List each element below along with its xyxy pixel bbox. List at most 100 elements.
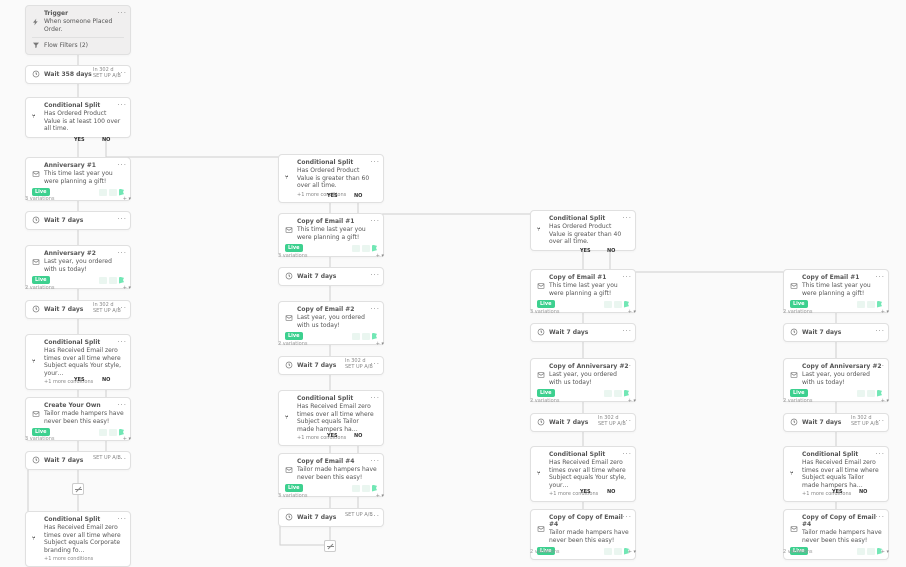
trigger-node[interactable]: ··· Trigger When someone Placed Order. F… bbox=[25, 5, 131, 55]
more-icon[interactable]: ··· bbox=[622, 214, 632, 222]
variations-label[interactable]: 3 variations bbox=[25, 196, 55, 202]
no-label: NO bbox=[102, 137, 110, 143]
more-icon[interactable]: ··· bbox=[622, 450, 632, 458]
inline-actions[interactable] bbox=[99, 429, 124, 436]
setup-ab[interactable]: SET UP A/B bbox=[93, 455, 121, 461]
wait-node[interactable]: ··· Wait 7 days bbox=[530, 323, 636, 342]
variations-label[interactable]: 2 variations bbox=[783, 549, 813, 555]
inline-actions[interactable] bbox=[857, 390, 882, 397]
more-icon[interactable]: ··· bbox=[875, 273, 885, 281]
add-variation[interactable]: + ▾ bbox=[123, 436, 131, 442]
variations-label[interactable]: 2 variations bbox=[25, 285, 55, 291]
email-node[interactable]: ··· Copy of Email #1This time last year … bbox=[278, 213, 384, 257]
more-icon[interactable]: ··· bbox=[117, 161, 127, 169]
more-icon[interactable]: ··· bbox=[117, 401, 127, 409]
email-title: Create Your Own bbox=[44, 402, 124, 409]
inline-actions[interactable] bbox=[857, 301, 882, 308]
inline-actions[interactable] bbox=[99, 277, 124, 284]
email-title: Anniversary #1 bbox=[44, 162, 124, 169]
inline-actions[interactable] bbox=[352, 485, 377, 492]
add-variation[interactable]: + ▾ bbox=[376, 341, 384, 347]
more-icon[interactable]: ··· bbox=[875, 327, 885, 335]
email-node[interactable]: ··· Copy of Email #1This time last year … bbox=[530, 269, 636, 313]
add-variation[interactable]: + ▾ bbox=[881, 309, 889, 315]
more-icon[interactable]: ··· bbox=[117, 215, 127, 223]
more-icon[interactable]: ··· bbox=[117, 101, 127, 109]
wait-node[interactable]: ··· Wait 7 days bbox=[783, 323, 889, 342]
add-variation[interactable]: + ▾ bbox=[376, 493, 384, 499]
more-icon[interactable]: ··· bbox=[117, 338, 127, 346]
email-node[interactable]: ··· Copy of Email #4Tailor made hampers … bbox=[278, 453, 384, 497]
more-icon[interactable]: ··· bbox=[370, 394, 380, 402]
add-variation[interactable]: + ▾ bbox=[123, 196, 131, 202]
conditional-split[interactable]: ··· ⑂ Conditional Split Has Ordered Prod… bbox=[25, 97, 131, 138]
email-node-anniv2[interactable]: ··· Anniversary #2Last year, you ordered… bbox=[25, 245, 131, 289]
yes-label: YES bbox=[832, 489, 843, 495]
setup-ab[interactable]: SET UP A/B bbox=[93, 73, 121, 79]
join-node[interactable] bbox=[72, 483, 84, 495]
inline-actions[interactable] bbox=[352, 245, 377, 252]
add-variation[interactable]: + ▾ bbox=[123, 285, 131, 291]
email-node[interactable]: ··· Copy of Email #2Last year, you order… bbox=[278, 301, 384, 345]
add-variation[interactable]: + ▾ bbox=[628, 398, 636, 404]
setup-ab[interactable]: SET UP A/B bbox=[345, 364, 373, 370]
variations-label[interactable]: 3 variations bbox=[530, 309, 560, 315]
variations-label[interactable]: 2 variations bbox=[530, 398, 560, 404]
clock-icon bbox=[285, 513, 293, 521]
add-variation[interactable]: + ▾ bbox=[881, 398, 889, 404]
more-icon[interactable]: ··· bbox=[370, 305, 380, 313]
more-icon[interactable]: ··· bbox=[370, 271, 380, 279]
wait-node[interactable]: ··· Wait 7 days bbox=[25, 211, 131, 230]
variations-label[interactable]: 2 variations bbox=[783, 309, 813, 315]
split-icon: ⑂ bbox=[285, 174, 293, 182]
more-icon[interactable]: ··· bbox=[622, 273, 632, 281]
inline-actions[interactable] bbox=[604, 390, 629, 397]
more-icon[interactable]: ··· bbox=[622, 327, 632, 335]
email-desc: This time last year you were planning a … bbox=[44, 170, 124, 185]
more-icon[interactable]: ··· bbox=[370, 457, 380, 465]
email-node-own[interactable]: ··· Create Your OwnTailor made hampers h… bbox=[25, 397, 131, 441]
more-icon[interactable]: ··· bbox=[622, 362, 632, 370]
email-node-anniv1[interactable]: ··· Anniversary #1 This time last year y… bbox=[25, 157, 131, 201]
inline-actions[interactable] bbox=[604, 301, 629, 308]
conditional-split[interactable]: ··· ⑂ Conditional SplitHas Received Emai… bbox=[25, 511, 131, 567]
email-desc: Tailor made hampers have never been this… bbox=[549, 529, 629, 544]
wait-node[interactable]: ··· Wait 7 days bbox=[278, 267, 384, 286]
split-icon: ⑂ bbox=[537, 226, 545, 234]
more-icon[interactable]: ··· bbox=[875, 450, 885, 458]
variations-label[interactable]: 3 variations bbox=[278, 493, 308, 499]
setup-ab[interactable]: SET UP A/B bbox=[345, 512, 373, 518]
inline-actions[interactable] bbox=[352, 333, 377, 340]
variations-label[interactable]: 2 variations bbox=[278, 341, 308, 347]
add-variation[interactable]: + ▾ bbox=[881, 549, 889, 555]
variations-label[interactable]: 2 variations bbox=[530, 549, 560, 555]
split-desc: Has Ordered Product Value is at least 10… bbox=[44, 110, 124, 133]
more-icon[interactable]: ··· bbox=[370, 217, 380, 225]
add-variation[interactable]: + ▾ bbox=[376, 253, 384, 259]
email-node[interactable]: ··· Copy of Anniversary #2Last year, you… bbox=[530, 358, 636, 402]
more-icon[interactable]: ··· bbox=[622, 513, 632, 521]
inline-actions[interactable] bbox=[99, 189, 124, 196]
join-node[interactable] bbox=[324, 540, 336, 552]
add-variation[interactable]: + ▾ bbox=[628, 309, 636, 315]
flow-filters[interactable]: Flow Filters (2) bbox=[44, 42, 88, 50]
more-icon[interactable]: ··· bbox=[370, 158, 380, 166]
conditional-split[interactable]: ··· ⑂ Conditional SplitHas Ordered Produ… bbox=[530, 210, 636, 251]
setup-ab[interactable]: SET UP A/B bbox=[598, 421, 626, 427]
setup-ab[interactable]: SET UP A/B bbox=[93, 308, 121, 314]
more-icon[interactable]: ··· bbox=[117, 515, 127, 523]
email-node[interactable]: ··· Copy of Email #1This time last year … bbox=[783, 269, 889, 313]
split-desc: Has Received Email zero times over all t… bbox=[549, 459, 629, 489]
variations-label[interactable]: 3 variations bbox=[278, 253, 308, 259]
variations-label[interactable]: 3 variations bbox=[25, 436, 55, 442]
variations-label[interactable]: 2 variations bbox=[783, 398, 813, 404]
more-icon[interactable]: ··· bbox=[875, 362, 885, 370]
setup-ab[interactable]: SET UP A/B bbox=[851, 421, 879, 427]
email-desc: This time last year you were planning a … bbox=[297, 226, 377, 241]
more-icon[interactable]: ··· bbox=[117, 9, 127, 17]
more-icon[interactable]: ··· bbox=[875, 513, 885, 521]
add-variation[interactable]: + ▾ bbox=[628, 549, 636, 555]
email-node[interactable]: ··· Copy of Anniversary #2Last year, you… bbox=[783, 358, 889, 402]
more-icon[interactable]: ··· bbox=[117, 249, 127, 257]
mail-icon bbox=[790, 371, 798, 379]
